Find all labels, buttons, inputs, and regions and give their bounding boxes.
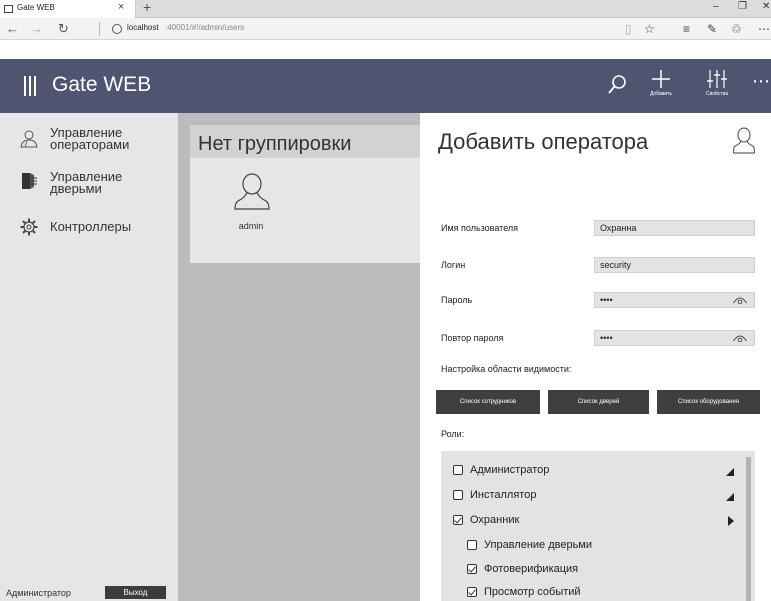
restore-icon[interactable]: ❐ <box>738 1 747 12</box>
scope-label: Настройка области видимости: <box>441 364 572 374</box>
user-name: admin <box>238 221 264 231</box>
logout-button[interactable]: Выход <box>105 586 166 599</box>
equipment-list-button[interactable]: Список оборудования <box>657 390 760 414</box>
eye-icon[interactable] <box>733 296 747 304</box>
properties-button[interactable]: Свойства <box>701 69 733 103</box>
sidebar-item-doors[interactable]: Управление дверьми <box>0 169 178 205</box>
role-label: Фотоверификация <box>484 563 579 575</box>
role-checkbox[interactable] <box>453 465 463 475</box>
role-checkbox[interactable] <box>467 587 477 597</box>
browser-address-bar: ← → ↻ localhost :40001/#!/admin/users ▯ … <box>0 18 771 40</box>
login-field[interactable]: security <box>594 257 755 273</box>
forward-icon[interactable]: → <box>30 21 43 36</box>
refresh-icon[interactable]: ↻ <box>58 21 69 37</box>
doors-list-button[interactable]: Список дверей <box>548 390 649 414</box>
employees-list-button[interactable]: Список сотрудников <box>436 390 540 414</box>
role-checkbox[interactable] <box>467 540 477 550</box>
gear-icon <box>20 218 38 236</box>
page-icon <box>4 5 13 13</box>
door-icon <box>22 173 37 189</box>
password-repeat-field[interactable]: •••• <box>594 330 755 346</box>
users-list-area: Нет группировки admin <box>178 113 420 601</box>
sidebar-item-label: операторами <box>50 137 130 152</box>
role-checkbox[interactable] <box>453 490 463 500</box>
search-icon <box>608 75 626 94</box>
expand-down-icon[interactable] <box>726 493 734 501</box>
add-button[interactable]: Добавить <box>645 69 677 103</box>
role-label: Администратор <box>470 464 550 476</box>
panel-title: Добавить оператора <box>438 129 649 154</box>
role-checkbox[interactable] <box>453 515 463 525</box>
browser-tab-bar: Gate WEB × + – ❐ ✕ <box>0 0 771 18</box>
role-checkbox[interactable] <box>467 564 477 574</box>
group-panel: Нет группировки admin <box>190 125 420 263</box>
sliders-icon <box>707 70 727 88</box>
user-card[interactable]: admin <box>220 173 290 243</box>
new-tab-icon[interactable]: + <box>143 0 151 15</box>
tab-close-icon[interactable]: × <box>118 1 124 13</box>
share-icon[interactable]: ♲ <box>731 22 742 36</box>
role-label: Просмотр событий <box>484 586 581 598</box>
role-label: Инсталлятор <box>470 489 537 501</box>
add-button-label: Добавить <box>649 91 673 97</box>
roles-scrollbar-thumb[interactable] <box>746 457 751 601</box>
more-icon[interactable]: ⋯ <box>752 71 771 92</box>
username-field[interactable]: Охранна <box>594 220 755 236</box>
favorite-star-icon[interactable]: ☆ <box>644 22 655 36</box>
login-label: Логин <box>441 260 466 270</box>
sidebar-item-label: Контроллеры <box>50 219 132 234</box>
app-title: Gate WEB <box>52 73 152 96</box>
minimize-icon[interactable]: – <box>713 1 719 12</box>
close-window-icon[interactable]: ✕ <box>762 1 770 12</box>
browser-tab[interactable]: Gate WEB × <box>0 0 136 18</box>
user-icon <box>733 127 755 154</box>
app-header: Gate WEB Добавить Свойства ⋯ <box>0 59 771 113</box>
current-user-role: Администратор <box>6 588 71 598</box>
hub-icon[interactable]: ≡ <box>683 22 690 36</box>
more-browser-icon[interactable]: ⋯ <box>758 22 770 36</box>
password-value: •••• <box>600 295 613 305</box>
operators-icon <box>20 130 38 148</box>
roles-tree: Администратор Инсталлятор Охранник Управ… <box>441 451 755 601</box>
web-note-icon[interactable]: ✎ <box>707 22 717 36</box>
password-repeat-value: •••• <box>600 333 613 343</box>
password-repeat-label: Повтор пароля <box>441 333 504 343</box>
search-button[interactable] <box>607 73 629 97</box>
address-separator <box>99 22 100 36</box>
globe-icon <box>112 24 122 34</box>
sidebar: Управление операторами Управление дверьм… <box>0 113 178 601</box>
add-operator-panel: Добавить оператора Имя пользователя Охра… <box>420 113 771 601</box>
reading-view-icon[interactable]: ▯ <box>625 22 632 36</box>
role-label: Управление дверьми <box>484 539 593 551</box>
username-label: Имя пользователя <box>441 223 519 233</box>
group-title: Нет группировки <box>198 133 352 155</box>
back-icon[interactable]: ← <box>6 21 19 36</box>
roles-label: Роли: <box>441 429 465 439</box>
user-icon <box>234 173 270 210</box>
plus-icon <box>652 70 670 88</box>
sidebar-item-controllers[interactable]: Контроллеры <box>0 217 178 241</box>
expand-down-icon[interactable] <box>726 468 734 476</box>
eye-icon[interactable] <box>733 334 747 342</box>
url-host[interactable]: localhost <box>127 23 159 32</box>
password-field[interactable]: •••• <box>594 292 755 308</box>
password-label: Пароль <box>441 295 473 305</box>
properties-button-label: Свойства <box>706 91 728 97</box>
menu-icon[interactable] <box>24 76 36 96</box>
sidebar-item-operators[interactable]: Управление операторами <box>0 125 178 161</box>
tab-title: Gate WEB <box>17 3 55 12</box>
expand-right-icon[interactable] <box>728 516 734 526</box>
url-path[interactable]: :40001/#!/admin/users <box>165 23 244 32</box>
role-label: Охранник <box>470 514 520 526</box>
group-header: Нет группировки <box>190 125 420 158</box>
sidebar-item-label: дверьми <box>50 181 102 196</box>
